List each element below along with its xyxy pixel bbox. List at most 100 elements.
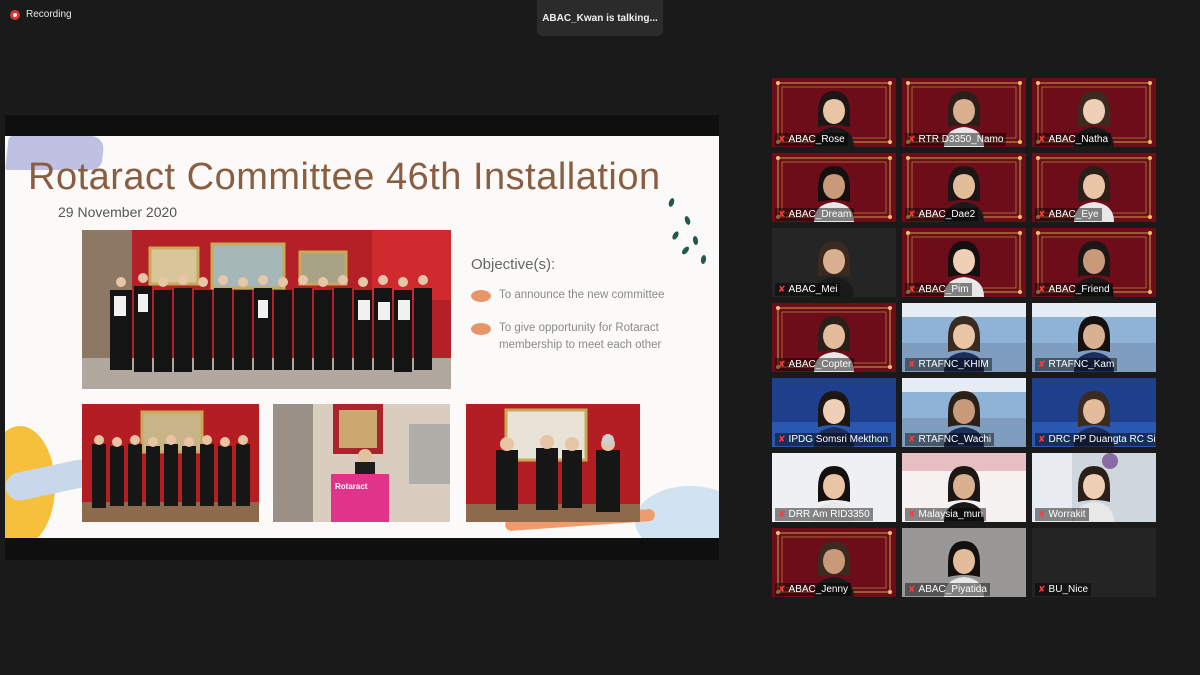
participant-name-tag: ✘ RTAFNC_Wachi [905, 433, 995, 446]
slide-title: Rotaract Committee 46th Installation [28, 156, 661, 198]
participant-name-tag: ✘ DRC PP Duangta RC Silo... [1035, 433, 1156, 446]
recording-label: Recording [26, 9, 72, 20]
participant-tile[interactable]: ✘ ABAC_Piyatida [902, 528, 1026, 597]
decorative-dot [683, 215, 692, 226]
participant-tile[interactable]: ✘ RTAFNC_Wachi [902, 378, 1026, 447]
mic-muted-icon: ✘ [1038, 584, 1046, 594]
participant-tile[interactable]: ✘ RTAFNC_Kam [1032, 303, 1156, 372]
participant-tile[interactable]: ✘ BU_Nice [1032, 528, 1156, 597]
participant-tile[interactable]: ✘ ABAC_Pim [902, 228, 1026, 297]
participant-tile[interactable]: ✘ ABAC_Natha [1032, 78, 1156, 147]
participant-tile[interactable]: ✘ RTR D3350_Namo [902, 78, 1026, 147]
decorative-dot [667, 197, 676, 208]
participant-name-tag: ✘ ABAC_Mei [775, 283, 841, 296]
participant-name: ABAC_Natha [1048, 134, 1109, 145]
objectives-section: Objective(s): To announce the new commit… [471, 256, 711, 370]
participant-name-tag: ✘ ABAC_Piyatida [905, 583, 990, 596]
participant-tile[interactable]: ✘ ABAC_Friend [1032, 228, 1156, 297]
objectives-heading: Objective(s): [471, 256, 556, 273]
objective-item: To give opportunity for Rotaract members… [471, 320, 711, 354]
participant-name-tag: ✘ RTR D3350_Namo [905, 133, 1007, 146]
participant-tile[interactable]: ✘ ABAC_Dream [772, 153, 896, 222]
mic-muted-icon: ✘ [908, 584, 916, 594]
objective-text: To announce the new committee [499, 289, 665, 301]
participant-name-tag: ✘ ABAC_Eye [1035, 208, 1102, 221]
objective-text: To give opportunity for Rotaract members… [499, 322, 662, 351]
participant-name-tag: ✘ IPDG Somsri Mekthon [775, 433, 892, 446]
participant-name: DRC PP Duangta RC Silo... [1048, 434, 1156, 445]
participant-name-tag: ✘ Malaysia_mun [905, 508, 987, 521]
participant-name: ABAC_Rose [788, 134, 845, 145]
participant-tile[interactable]: ✘ ABAC_Rose [772, 78, 896, 147]
participant-name-tag: ✘ ABAC_Rose [775, 133, 848, 146]
mic-muted-icon: ✘ [908, 359, 916, 369]
group-photo [82, 230, 451, 389]
participant-name-tag: ✘ Worrakit [1035, 508, 1089, 521]
mic-muted-icon: ✘ [1038, 434, 1046, 444]
participant-name-tag: ✘ ABAC_Jenny [775, 583, 852, 596]
decorative-dot [692, 235, 699, 246]
participant-name: ABAC_Piyatida [918, 584, 987, 595]
participant-tile[interactable]: ✘ ABAC_Jenny [772, 528, 896, 597]
participant-name-tag: ✘ RTAFNC_KHIM [905, 358, 992, 371]
mic-muted-icon: ✘ [908, 284, 916, 294]
mic-muted-icon: ✘ [908, 509, 916, 519]
participant-name: ABAC_Pim [918, 284, 969, 295]
participant-name: Malaysia_mun [918, 509, 984, 520]
participant-tile[interactable]: ✘ IPDG Somsri Mekthon [772, 378, 896, 447]
participant-name-tag: ✘ ABAC_Copter [775, 358, 855, 371]
mic-muted-icon: ✘ [778, 134, 786, 144]
slide-date: 29 November 2020 [58, 204, 178, 220]
participant-name: ABAC_Dream [788, 209, 852, 220]
mic-muted-icon: ✘ [778, 434, 786, 444]
mic-muted-icon: ✘ [1038, 359, 1046, 369]
participant-name: IPDG Somsri Mekthon [788, 434, 889, 445]
participant-name-tag: ✘ BU_Nice [1035, 583, 1092, 596]
participant-tile[interactable]: ✘ DRC PP Duangta RC Silo... [1032, 378, 1156, 447]
participant-name: RTR D3350_Namo [918, 134, 1004, 145]
mic-muted-icon: ✘ [1038, 134, 1046, 144]
participant-tile[interactable]: ✘ ABAC_Eye [1032, 153, 1156, 222]
objective-item: To announce the new committee [471, 287, 711, 304]
participant-name: RTAFNC_Wachi [918, 434, 992, 445]
participant-name-tag: ✘ ABAC_Friend [1035, 283, 1113, 296]
participant-name-tag: ✘ ABAC_Dream [775, 208, 855, 221]
presentation-slide: Rotaract Committee 46th Installation 29 … [5, 136, 719, 538]
participant-name-tag: ✘ ABAC_Natha [1035, 133, 1112, 146]
participant-name: BU_Nice [1048, 584, 1089, 595]
mic-muted-icon: ✘ [1038, 284, 1046, 294]
participant-name-tag: ✘ ABAC_Pim [905, 283, 972, 296]
participant-name: DRR Am RID3350 [788, 509, 870, 520]
decorative-dot [671, 230, 680, 241]
decorative-dot [680, 245, 691, 256]
podium-photo: Rotaract [273, 404, 450, 522]
participant-name: ABAC_Dae2 [918, 209, 976, 220]
mic-muted-icon: ✘ [1038, 209, 1046, 219]
mic-muted-icon: ✘ [908, 434, 916, 444]
participant-tile[interactable]: ✘ ABAC_Mei [772, 228, 896, 297]
committee-photo [82, 404, 259, 522]
participant-tile[interactable]: ✘ Malaysia_mun [902, 453, 1026, 522]
participant-name-tag: ✘ DRR Am RID3350 [775, 508, 873, 521]
mic-muted-icon: ✘ [778, 284, 786, 294]
participant-name-tag: ✘ ABAC_Dae2 [905, 208, 979, 221]
mic-muted-icon: ✘ [908, 134, 916, 144]
orange-bullet-icon [471, 323, 491, 335]
participant-name: ABAC_Mei [788, 284, 838, 295]
participant-name: RTAFNC_KHIM [918, 359, 989, 370]
shared-screen[interactable]: Rotaract Committee 46th Installation 29 … [5, 115, 719, 560]
participant-name: ABAC_Jenny [788, 584, 849, 595]
participant-tile[interactable]: ✘ ABAC_Dae2 [902, 153, 1026, 222]
active-speaker-banner: ABAC_Kwan is talking... [537, 0, 663, 36]
mic-muted-icon: ✘ [778, 584, 786, 594]
recording-indicator[interactable]: Recording [10, 9, 72, 20]
participant-name: RTAFNC_Kam [1048, 359, 1115, 370]
record-icon [10, 9, 20, 20]
mic-muted-icon: ✘ [1038, 509, 1046, 519]
participant-name-tag: ✘ RTAFNC_Kam [1035, 358, 1118, 371]
active-speaker-text: ABAC_Kwan is talking... [542, 12, 658, 24]
participant-tile[interactable]: ✘ DRR Am RID3350 [772, 453, 896, 522]
participant-tile[interactable]: ✘ Worrakit [1032, 453, 1156, 522]
participant-tile[interactable]: ✘ RTAFNC_KHIM [902, 303, 1026, 372]
participant-tile[interactable]: ✘ ABAC_Copter [772, 303, 896, 372]
